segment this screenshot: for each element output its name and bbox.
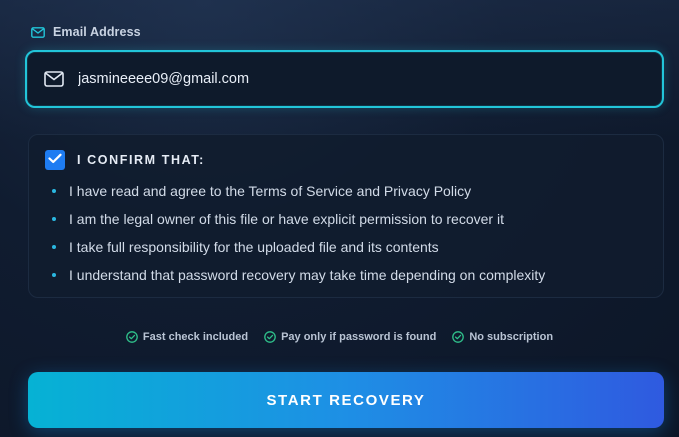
start-recovery-button[interactable]: START RECOVERY [28,372,664,428]
confirmation-header: I CONFIRM THAT: [45,150,205,170]
mail-icon [31,26,45,38]
checkmark-icon [48,151,62,169]
confirmation-item: I understand that password recovery may … [52,261,545,289]
check-circle-icon [452,331,465,343]
email-field[interactable] [25,50,664,108]
bullet-icon [52,189,56,193]
confirm-title: I CONFIRM THAT: [77,153,205,167]
feature-no-subscription: No subscription [452,331,553,343]
confirmation-item: I have read and agree to the Terms of Se… [52,177,545,205]
confirmation-item: I am the legal owner of this file or hav… [52,205,545,233]
feature-list: Fast check included Pay only if password… [0,331,679,343]
confirmation-list: I have read and agree to the Terms of Se… [52,177,545,289]
feature-pay-if-found: Pay only if password is found [264,331,436,343]
email-label-text: Email Address [53,25,141,39]
confirmation-card: I CONFIRM THAT: I have read and agree to… [28,134,664,298]
confirmation-item: I take full responsibility for the uploa… [52,233,545,261]
bullet-icon [52,273,56,277]
confirm-checkbox[interactable] [45,150,65,170]
email-input[interactable] [78,71,618,87]
mail-icon [44,71,64,87]
bullet-icon [52,217,56,221]
check-circle-icon [126,331,138,343]
email-label: Email Address [31,25,141,39]
bullet-icon [52,245,56,249]
feature-fast-check: Fast check included [126,331,248,343]
check-circle-icon [264,331,276,343]
